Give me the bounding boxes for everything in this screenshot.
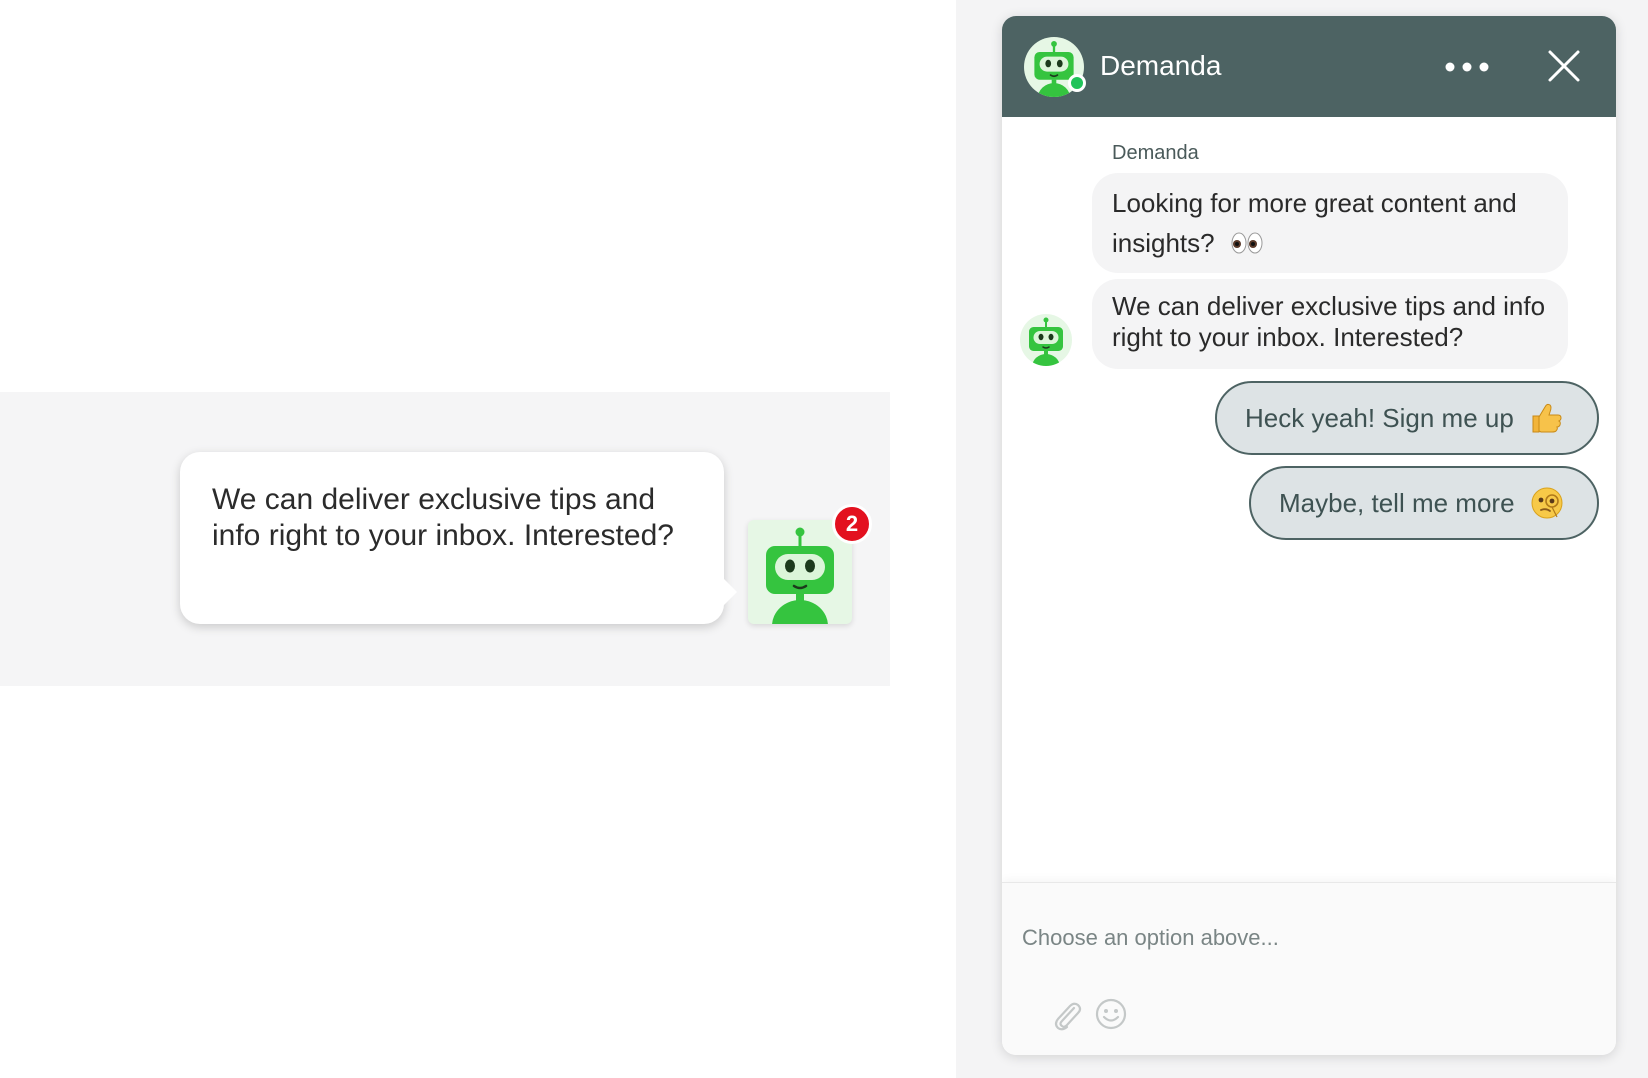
page: We can deliver exclusive tips and info r… [0,0,1648,1078]
message-input[interactable]: Choose an option above... [1022,921,1582,955]
chat-title: Demanda [1100,50,1222,81]
bot-message-avatar [1020,314,1072,366]
message-text: Looking for more great content and insig… [1112,188,1517,258]
thumbs-up-emoji-icon [1532,403,1562,433]
greeting-bubble[interactable]: We can deliver exclusive tips and info r… [180,452,737,624]
message-composer: Choose an option above... [1002,882,1616,1055]
quick-reply-label: Heck yeah! Sign me up [1245,403,1514,433]
online-status-indicator [1068,74,1086,92]
greeting-text: We can deliver exclusive tips and info r… [212,483,674,552]
message-sender-name: Demanda [1112,142,1199,164]
quick-reply-sign-up-button[interactable]: Heck yeah! Sign me up [1215,381,1599,455]
smiley-icon [1095,998,1127,1030]
more-dots-icon [1445,62,1489,72]
quick-reply-label: Maybe, tell me more [1279,488,1515,518]
message-text: We can deliver exclusive tips and info r… [1112,291,1546,352]
quick-reply-tell-more-button[interactable]: Maybe, tell me more [1249,466,1599,540]
chat-window: Demanda Demanda Looking for more great c… [1002,16,1616,1055]
close-chat-button[interactable] [1544,46,1584,86]
bot-message: We can deliver exclusive tips and info r… [1092,279,1568,369]
paperclip-icon [1054,1002,1082,1031]
chat-header: Demanda [1002,16,1616,117]
eyes-emoji-icon [1231,232,1263,254]
bot-message: Looking for more great content and insig… [1092,173,1568,273]
attach-file-button[interactable] [1050,999,1084,1033]
monocle-face-emoji-icon [1531,487,1563,519]
more-options-button[interactable] [1442,52,1492,82]
emoji-picker-button[interactable] [1094,997,1128,1031]
unread-badge: 2 [832,504,872,544]
close-icon [1548,50,1580,82]
robot-avatar-icon [1029,317,1063,366]
